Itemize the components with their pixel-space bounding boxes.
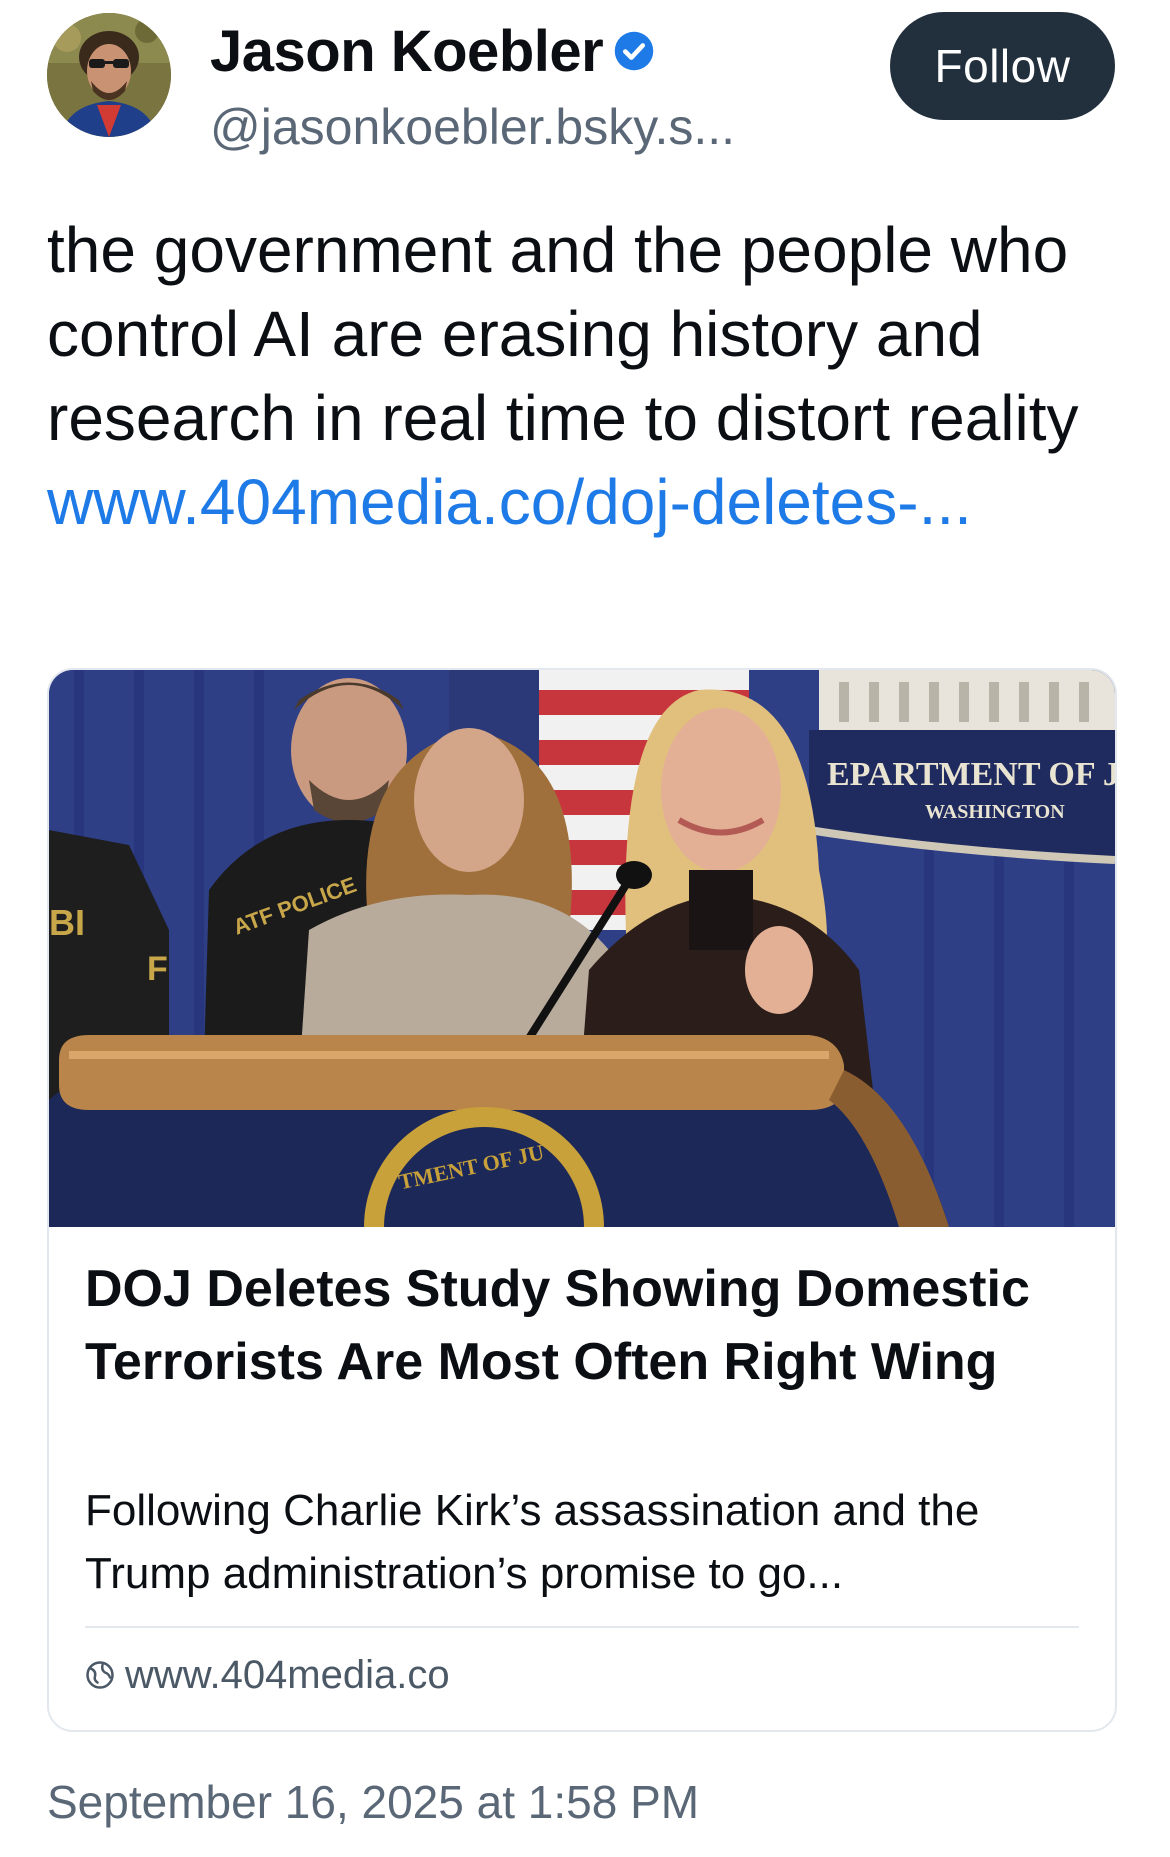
link-card[interactable]: EPARTMENT OF JU WASHINGTON BI F ATF POLI… bbox=[47, 668, 1117, 1732]
avatar-image bbox=[47, 13, 171, 137]
globe-icon bbox=[86, 1661, 114, 1689]
verified-check-icon bbox=[614, 31, 654, 71]
svg-text:F: F bbox=[147, 950, 168, 988]
post-link[interactable]: www.404media.co/doj-deletes-... bbox=[47, 466, 972, 538]
author-avatar[interactable] bbox=[47, 13, 171, 137]
link-card-domain-row: www.404media.co bbox=[85, 1645, 450, 1705]
post-timestamp[interactable]: September 16, 2025 at 1:58 PM bbox=[47, 1775, 699, 1829]
svg-text:BI: BI bbox=[49, 902, 85, 943]
link-card-domain: www.404media.co bbox=[125, 1652, 450, 1697]
link-card-title[interactable]: DOJ Deletes Study Showing Domestic Terro… bbox=[85, 1253, 1085, 1399]
sign-text-bottom: WASHINGTON bbox=[925, 801, 1065, 823]
sign-text-top: EPARTMENT OF JU bbox=[827, 756, 1115, 793]
author-name[interactable]: Jason Koebler bbox=[210, 18, 604, 85]
post-text: the government and the people who contro… bbox=[47, 208, 1127, 544]
author-handle[interactable]: @jasonkoebler.bsky.s... bbox=[210, 98, 735, 156]
post-body: the government and the people who contro… bbox=[47, 214, 1079, 454]
author-name-row[interactable]: Jason Koebler bbox=[210, 16, 655, 86]
link-card-description: Following Charlie Kirk’s assassination a… bbox=[85, 1486, 980, 1598]
press-conference-photo: EPARTMENT OF JU WASHINGTON BI F ATF POLI… bbox=[49, 670, 1115, 1227]
follow-button[interactable]: Follow bbox=[890, 12, 1115, 120]
link-card-image[interactable]: EPARTMENT OF JU WASHINGTON BI F ATF POLI… bbox=[49, 670, 1115, 1227]
link-card-divider bbox=[85, 1626, 1079, 1628]
